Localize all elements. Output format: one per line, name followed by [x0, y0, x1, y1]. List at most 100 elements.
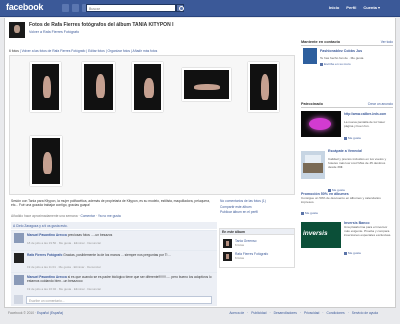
ad-like-label: Me gusta: [348, 251, 361, 255]
search-icon[interactable]: [176, 4, 184, 12]
avatar[interactable]: [14, 253, 24, 263]
comment-input[interactable]: Escribe un comentario...: [26, 296, 212, 304]
comment-meta[interactable]: 18 de julio a las 19:50 · Me gusta · Eli…: [27, 241, 101, 245]
sponsored-label: Patrocinado: [301, 102, 323, 106]
footer: Facebook © 2010 · Español (España) Acerc…: [4, 307, 396, 324]
photo-thumb-2[interactable]: [82, 62, 115, 112]
footer-privacy-link[interactable]: Privacidad: [304, 311, 319, 315]
avatar: [223, 239, 232, 248]
contact-header-label: Mantente en contacto: [301, 40, 341, 44]
avatar: [223, 252, 232, 261]
comment-item: Rafa Fierres Fotógrafo Gracias, posiblem…: [11, 250, 217, 272]
photo-thumb-5[interactable]: [248, 62, 279, 112]
inversis-logo: inversis: [303, 230, 328, 237]
ad-text: Calidad y precios incluidos en tus vuelo…: [328, 157, 387, 169]
ad-text: La nueva pantalla de luz láser página y …: [344, 120, 386, 128]
ad-venecia: Escápate a Venecia! Calidad y precios in…: [301, 148, 393, 193]
footer-developers-link[interactable]: Desarrolladores: [274, 311, 297, 315]
nav-home[interactable]: Inicio: [329, 5, 339, 10]
ad-inversis: inversis Inversis Banco Una plataforma p…: [301, 220, 393, 258]
photo-thumb-6[interactable]: [30, 136, 62, 186]
album-description: Sesión con Tania para Kitypon, la mujer …: [11, 199, 210, 208]
ad-calibre: http://www.calibre-leds.com La nueva pan…: [301, 111, 393, 147]
album-person-row[interactable]: Tania Greenso 6 fotos: [223, 239, 293, 251]
back-to-photos-link[interactable]: Volver a las fotos de Rafa Fierres Fotóg…: [22, 49, 86, 53]
contact-wall-label: Escribe en su muro: [324, 62, 351, 66]
ad-image[interactable]: inversis: [301, 222, 341, 248]
avatar[interactable]: [14, 275, 24, 285]
nav-profile[interactable]: Perfil: [346, 5, 356, 10]
album-person-row[interactable]: Rafa Fierres Fotógrafo 6 fotos: [223, 252, 293, 264]
contact-text: Te has hecho fan de · Me gusta: [320, 56, 364, 60]
edit-photos-link[interactable]: Editar fotos: [88, 49, 105, 53]
create-ad-link[interactable]: Crear un anuncio: [368, 102, 393, 106]
ad-like-link[interactable]: Me gusta: [301, 211, 318, 215]
like-icon: [344, 251, 347, 255]
comment-composer: Escribe un comentario...: [11, 294, 217, 306]
messages-icon[interactable]: [72, 4, 79, 12]
contact-header: Mantente en contacto Ver todo: [301, 40, 393, 46]
unlike-link[interactable]: Ya no me gusta: [98, 214, 121, 218]
ad-image[interactable]: [301, 151, 325, 179]
back-link[interactable]: Volver a Rafa Fierres Fotógrafo: [29, 30, 79, 34]
photo-thumb-3[interactable]: [132, 62, 163, 112]
add-photos-link[interactable]: Añadir más fotos: [133, 49, 158, 53]
contact-avatar[interactable]: [303, 48, 317, 64]
in-this-album-header: En este álbum: [220, 229, 294, 235]
page-title: Fotos de Rafa Fierres fotógrafos del álb…: [29, 22, 174, 28]
added-info: Añadido hace aproximadamente una semana …: [11, 214, 121, 218]
page-avatar[interactable]: [9, 22, 25, 38]
right-column: Mantente en contacto Ver todo Fashionabl…: [301, 40, 393, 255]
notification-jewels: [62, 4, 89, 12]
footer-copy: Facebook © 2010 · Español (España): [8, 311, 63, 315]
comment-item: Manuel Pasantino Arecca preciosas fotos …: [11, 230, 217, 250]
album-person-count: 6 fotos: [235, 256, 245, 260]
share-album-link[interactable]: Compartir este álbum: [220, 205, 252, 209]
contact-name[interactable]: Fashionablez Cobbs Jus: [320, 49, 392, 53]
friend-requests-icon[interactable]: [62, 4, 69, 12]
ad-title[interactable]: Escápate a Venecia!: [328, 149, 392, 153]
contact-more-link[interactable]: Ver todo: [381, 40, 393, 44]
footer-ads-link[interactable]: Publicidad: [251, 311, 266, 315]
footer-links: Acerca de · Publicidad · Desarrolladores · …: [229, 311, 378, 315]
like-icon: [320, 62, 323, 66]
ad-image[interactable]: [301, 111, 341, 137]
ad-text: Consigue un 50% de descuento en álbumes …: [301, 196, 381, 204]
likes-summary[interactable]: A Cielo Zaragoza y a ti os gusta esto.: [11, 222, 217, 229]
page-content: Fotos de Rafa Fierres fotógrafos del álb…: [4, 18, 396, 307]
avatar[interactable]: [14, 233, 24, 243]
photo-count: 6 fotos: [9, 49, 19, 53]
comment-meta[interactable]: 19 de julio a las 11:01 · Me gusta · Eli…: [27, 265, 101, 269]
footer-about-link[interactable]: Acerca de: [229, 311, 244, 315]
publish-album-link[interactable]: Publicar álbum en el perfil: [220, 210, 258, 214]
comment-author[interactable]: Rafa Fierres Fotógrafo: [27, 253, 62, 257]
comment-text: preciosas fotos .....un besazos: [67, 233, 113, 237]
photo-thumb-1[interactable]: [30, 62, 61, 112]
facebook-logo[interactable]: facebook: [6, 2, 43, 12]
added-text: Añadido hace aproximadamente una semana …: [11, 214, 80, 218]
photo-thumb-4[interactable]: [182, 68, 231, 101]
contact-wall-link[interactable]: Escribe en su muro: [320, 62, 351, 66]
organize-photos-link[interactable]: Organizar fotos: [107, 49, 130, 53]
language-link[interactable]: Español (España): [37, 311, 63, 315]
comment-meta[interactable]: 19 de julio a las 16:02 · Me gusta · Eli…: [27, 287, 101, 291]
ad-text: Una plataforma para el inversor más exig…: [344, 225, 392, 237]
footer-help-link[interactable]: Servicio de ayuda: [352, 311, 378, 315]
sponsored-header: Patrocinado Crear un anuncio: [301, 102, 393, 108]
ad-like-link[interactable]: Me gusta: [344, 251, 361, 255]
album-person-count: 6 fotos: [235, 243, 245, 247]
comment-text: Gracias, posiblemente la de los manos ..…: [63, 253, 172, 257]
comment-link[interactable]: Comentar: [80, 214, 94, 218]
comment-author[interactable]: Manuel Pasantino Arecca: [27, 233, 67, 237]
footer-terms-link[interactable]: Condiciones: [327, 311, 345, 315]
comment-item: Manuel Pasantino Arecca si es que cuando…: [11, 272, 217, 294]
photo-grid: [9, 55, 295, 195]
photo-comments-link[interactable]: No comentarios de las fotos (1): [220, 199, 266, 203]
ad-like-link[interactable]: Me gusta: [344, 136, 361, 140]
nav-account[interactable]: Cuenta ▾: [363, 5, 380, 10]
ad-albumes: Promoción 50% en álbumes Consigue un 50%…: [301, 192, 393, 220]
contact-card: Fashionablez Cobbs Jus Te has hecho fan …: [301, 48, 393, 70]
ad-title[interactable]: http://www.calibre-leds.com: [344, 112, 393, 116]
search-input[interactable]: Buscar: [86, 4, 176, 12]
top-nav: Inicio Perfil Cuenta ▾: [329, 5, 380, 10]
